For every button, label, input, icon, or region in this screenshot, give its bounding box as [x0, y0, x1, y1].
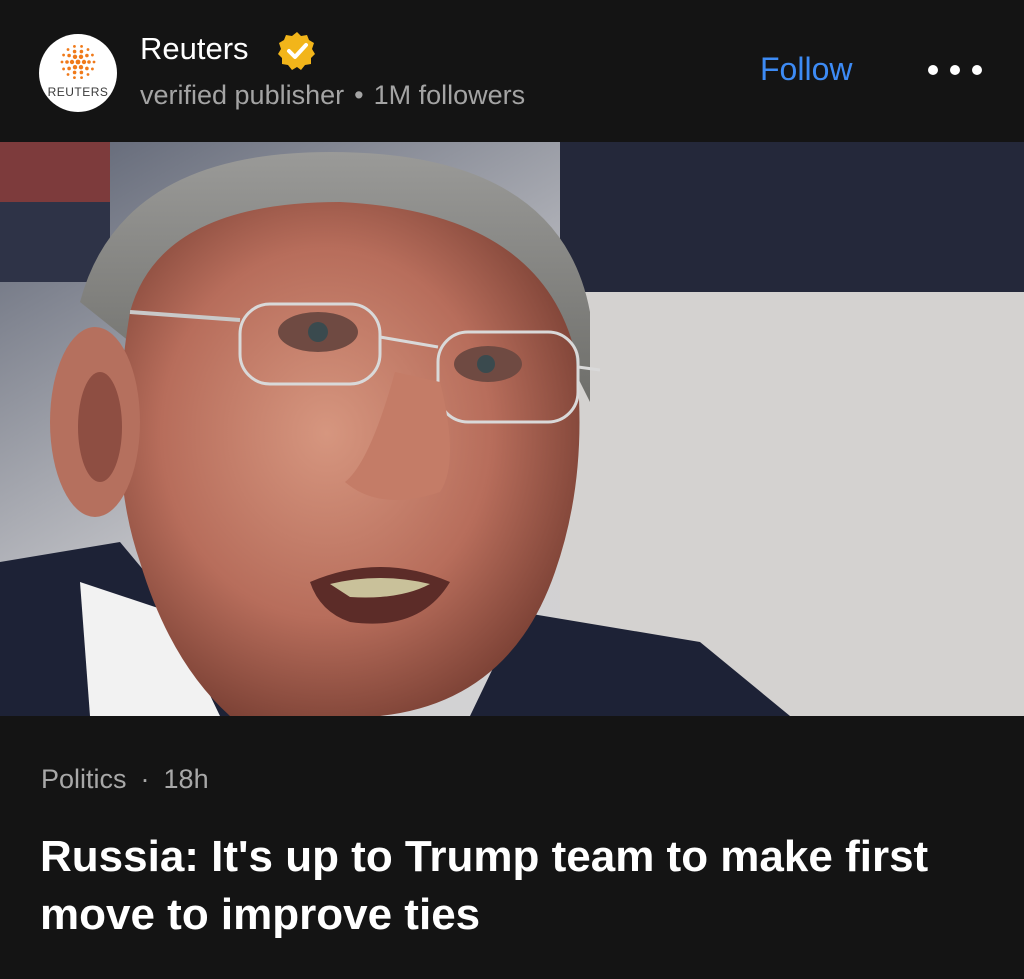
article-headline[interactable]: Russia: It's up to Trump team to make fi… — [40, 828, 990, 944]
reuters-logo-icon — [60, 45, 96, 79]
verified-badge-icon — [278, 32, 315, 70]
logo-text: REUTERS — [47, 85, 109, 99]
publisher-meta: verified publisher • 1M followers — [140, 78, 525, 112]
article-category[interactable]: Politics — [41, 764, 127, 794]
news-card[interactable]: REUTERS Reuters verified publisher • 1M fo… — [0, 0, 1024, 979]
followers-count: 1M followers — [373, 80, 526, 110]
follow-button[interactable]: Follow — [760, 50, 852, 88]
verified-publisher-label: verified publisher — [140, 80, 345, 110]
article-image[interactable] — [0, 142, 1024, 716]
meta-separator: · — [140, 764, 150, 794]
article-meta: Politics · 18h — [41, 762, 209, 796]
ellipsis-icon[interactable] — [928, 55, 982, 85]
publisher-name[interactable]: Reuters — [140, 30, 249, 68]
publisher-header: REUTERS Reuters verified publisher • 1M fo… — [0, 0, 1024, 142]
article-age: 18h — [163, 764, 209, 794]
publisher-avatar[interactable]: REUTERS — [39, 34, 117, 112]
meta-separator: • — [354, 80, 364, 110]
